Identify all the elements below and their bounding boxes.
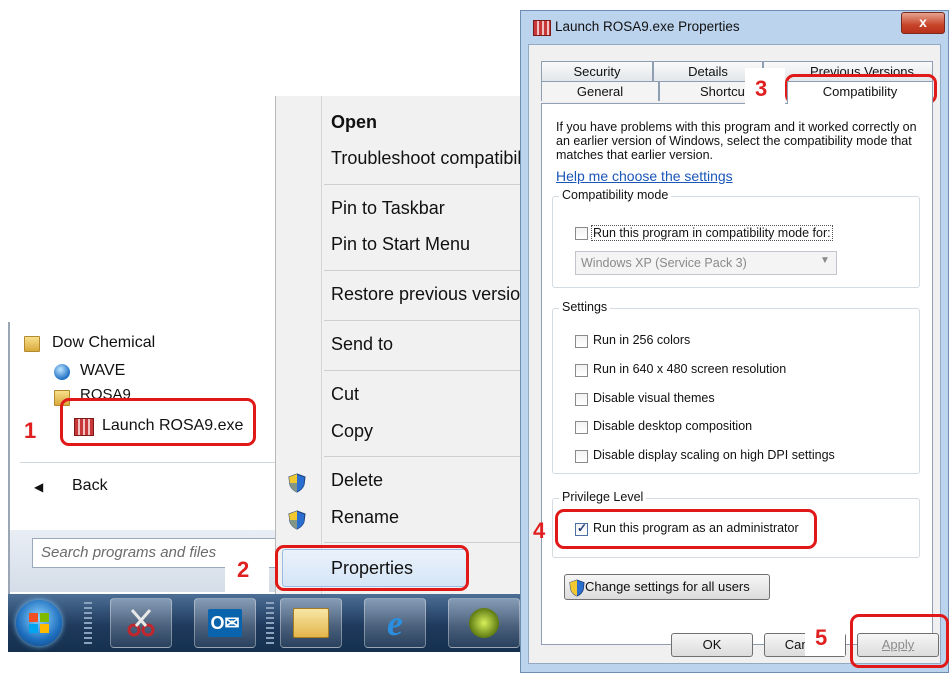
chevron-down-icon: ▼ <box>820 255 830 266</box>
uac-shield-icon <box>569 579 585 597</box>
menu-item-restore-versions[interactable]: Restore previous versions <box>331 284 539 305</box>
menu-item-pin-taskbar[interactable]: Pin to Taskbar <box>331 198 445 219</box>
start-menu-folder-dow[interactable]: Dow Chemical <box>52 334 155 352</box>
menu-gutter <box>321 96 322 594</box>
start-button[interactable] <box>16 600 62 646</box>
menu-separator <box>324 370 521 371</box>
settings-group: Settings Run in 256 colors Run in 640 x … <box>552 300 920 474</box>
menu-item-open[interactable]: Open <box>331 112 377 133</box>
windows-logo-icon <box>29 613 49 633</box>
start-menu-back[interactable]: Back <box>72 477 108 495</box>
tab-compatibility[interactable]: Compatibility <box>787 81 933 104</box>
close-button[interactable]: x <box>901 12 945 34</box>
annotation-number: 4 <box>533 518 546 543</box>
app-icon <box>469 608 499 638</box>
group-label: Compatibility mode <box>559 188 672 202</box>
folder-icon <box>293 608 329 638</box>
taskbar-internet-explorer[interactable]: e <box>364 598 426 648</box>
menu-separator <box>324 270 521 271</box>
settings-label: Run in 256 colors <box>593 333 691 347</box>
divider <box>20 462 284 463</box>
outlook-icon: O✉ <box>208 609 242 637</box>
group-label: Settings <box>559 300 611 314</box>
taskbar-app[interactable] <box>448 598 520 648</box>
compat-os-value: Windows XP (Service Pack 3) <box>581 256 747 270</box>
properties-dialog: Launch ROSA9.exe Properties x Security D… <box>520 10 949 673</box>
settings-checkbox[interactable] <box>575 393 588 406</box>
tab-general[interactable]: General <box>541 81 659 101</box>
settings-checkbox[interactable] <box>575 450 588 463</box>
dialog-title: Launch ROSA9.exe Properties <box>555 19 740 34</box>
dialog-titlebar[interactable]: Launch ROSA9.exe Properties x <box>521 11 948 45</box>
menu-item-delete[interactable]: Delete <box>331 470 383 491</box>
wave-app-icon <box>54 364 70 380</box>
intro-text-line: an earlier version of Windows, select th… <box>556 134 912 148</box>
help-link[interactable]: Help me choose the settings <box>556 168 733 184</box>
compatibility-mode-group: Compatibility mode Run this program in c… <box>552 188 920 288</box>
settings-label: Disable display scaling on high DPI sett… <box>593 448 835 462</box>
compat-os-select[interactable]: Windows XP (Service Pack 3) ▼ <box>575 251 837 275</box>
menu-item-cut[interactable]: Cut <box>331 384 359 405</box>
menu-separator <box>324 542 521 543</box>
settings-checkbox[interactable] <box>575 421 588 434</box>
scissors-icon <box>127 609 155 637</box>
menu-separator <box>324 456 521 457</box>
compatibility-panel: If you have problems with this program a… <box>541 103 933 645</box>
back-arrow-icon: ◀ <box>34 480 44 494</box>
annotation-number: 3 <box>755 76 768 101</box>
menu-item-copy[interactable]: Copy <box>331 421 373 442</box>
settings-label: Disable desktop composition <box>593 419 753 433</box>
change-settings-all-users-button[interactable]: Change settings for all users <box>564 574 770 600</box>
taskbar-outlook[interactable]: O✉ <box>194 598 256 648</box>
intro-text-line: matches that earlier version. <box>556 148 714 162</box>
uac-shield-icon <box>288 473 306 493</box>
group-label: Privilege Level <box>559 490 647 504</box>
annotation-number: 5 <box>815 625 828 650</box>
tab-shortcut[interactable]: Shortcut <box>659 81 755 101</box>
tab-security[interactable]: Security <box>541 61 653 81</box>
compat-mode-label: Run this program in compatibility mode f… <box>591 225 833 241</box>
dialog-client: Security Details Previous Versions Gener… <box>528 44 941 664</box>
settings-checkbox[interactable] <box>575 335 588 348</box>
change-settings-label: Change settings for all users <box>585 579 750 594</box>
start-menu-item-wave[interactable]: WAVE <box>80 362 125 380</box>
menu-item-send-to[interactable]: Send to <box>331 334 393 355</box>
annotation-number: 2 <box>237 557 250 582</box>
menu-separator <box>324 184 521 185</box>
highlight-run-as-admin <box>555 509 817 549</box>
highlight-apply-button <box>850 614 949 668</box>
menu-item-troubleshoot[interactable]: Troubleshoot compatibility <box>331 148 539 169</box>
compat-mode-checkbox[interactable] <box>575 227 588 240</box>
context-menu: Open Troubleshoot compatibility Pin to T… <box>275 96 539 594</box>
highlight-launch-item <box>60 398 256 446</box>
menu-item-rename[interactable]: Rename <box>331 507 399 528</box>
rosa-app-icon <box>533 20 551 36</box>
highlight-properties-item <box>275 545 469 591</box>
menu-item-pin-start[interactable]: Pin to Start Menu <box>331 234 470 255</box>
folder-icon <box>24 336 40 352</box>
taskbar-explorer[interactable] <box>280 598 342 648</box>
settings-label: Disable visual themes <box>593 391 715 405</box>
annotation-number: 1 <box>24 418 37 443</box>
internet-explorer-icon: e <box>387 603 403 643</box>
intro-text-line: If you have problems with this program a… <box>556 120 917 134</box>
taskbar-grip <box>266 602 274 644</box>
settings-checkbox[interactable] <box>575 364 588 377</box>
taskbar-grip <box>84 602 92 644</box>
taskbar-snipping-tool[interactable] <box>110 598 172 648</box>
ok-button[interactable]: OK <box>671 633 753 657</box>
uac-shield-icon <box>288 510 306 530</box>
taskbar: O✉ e <box>8 594 520 652</box>
menu-separator <box>324 320 521 321</box>
settings-label: Run in 640 x 480 screen resolution <box>593 362 787 376</box>
